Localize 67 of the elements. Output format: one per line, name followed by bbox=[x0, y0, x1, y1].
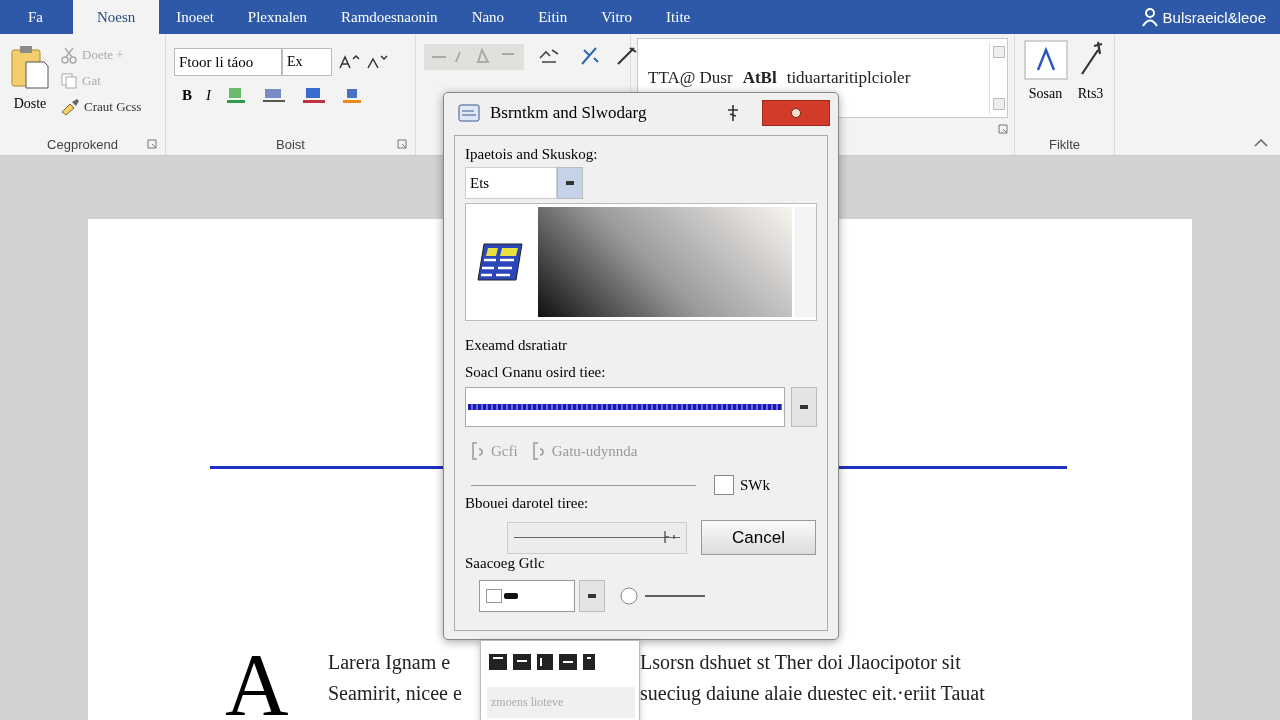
field-label: Bbouei darotel tiree: bbox=[465, 495, 590, 512]
ribbon-tab[interactable]: Itite bbox=[649, 0, 708, 34]
group-label: Cegprokend bbox=[47, 136, 118, 152]
ribbon-tab[interactable]: Eitin bbox=[521, 0, 585, 34]
ribbon-tab[interactable]: Plexnalen bbox=[230, 0, 324, 34]
style-select[interactable]: Ets bbox=[465, 167, 557, 199]
dropdown-button[interactable] bbox=[579, 580, 605, 612]
launcher-icon[interactable] bbox=[998, 124, 1008, 134]
ribbon-tab[interactable]: Ramdoesnaonin bbox=[323, 0, 455, 34]
find-label[interactable]: Sosan bbox=[1028, 86, 1063, 102]
body-text: Larera Ignam e bbox=[328, 651, 452, 674]
field-label: Saacoeg Gtlc bbox=[465, 555, 546, 572]
launcher-icon[interactable] bbox=[147, 139, 157, 149]
font-size-field[interactable]: Ex bbox=[282, 48, 332, 76]
italic-button[interactable]: I bbox=[206, 86, 211, 104]
caret-icon[interactable] bbox=[1023, 40, 1068, 80]
dash-icon bbox=[800, 405, 809, 409]
style-item[interactable]: tiduartaritiplcioler bbox=[786, 68, 911, 88]
ribbon-tab[interactable]: Inoeet bbox=[159, 0, 231, 34]
section-label: Ipaetois and Skuskog: bbox=[465, 146, 599, 163]
replace-label[interactable]: Rts3 bbox=[1077, 86, 1104, 102]
text-effects-icon[interactable] bbox=[261, 86, 287, 104]
brush-icon[interactable] bbox=[60, 98, 80, 116]
paste-label[interactable]: Doste bbox=[13, 96, 47, 112]
collapse-icon[interactable] bbox=[1254, 139, 1268, 147]
launcher-icon[interactable] bbox=[397, 139, 407, 149]
font-name-field[interactable]: Ftoor li táoo bbox=[174, 48, 282, 76]
style-item[interactable]: AtBl bbox=[742, 68, 777, 88]
group-label: Fiklte bbox=[1048, 136, 1081, 152]
shrink-font-icon[interactable] bbox=[366, 54, 388, 70]
ribbon-tab[interactable]: Nano bbox=[454, 0, 522, 34]
ribbon-tab[interactable]: Fa bbox=[0, 0, 73, 34]
subheading: Exeamd dsratiatr bbox=[465, 337, 569, 354]
dropdown-button[interactable] bbox=[557, 167, 583, 199]
person-icon bbox=[1140, 7, 1159, 27]
ribbon-tab[interactable]: Noesn bbox=[73, 0, 160, 34]
body-text: Seamirit, nicee e bbox=[328, 682, 463, 705]
clipboard-icon[interactable] bbox=[10, 44, 50, 90]
pin-icon[interactable] bbox=[726, 104, 740, 122]
shading-icon[interactable] bbox=[341, 86, 363, 104]
close-icon bbox=[790, 107, 802, 119]
dash-icon bbox=[588, 594, 596, 598]
drop-cap: A bbox=[225, 649, 290, 717]
highlight-icon[interactable] bbox=[225, 86, 247, 104]
dialog-icon bbox=[458, 103, 480, 123]
cancel-button[interactable]: Cancel bbox=[701, 520, 816, 555]
border-styles-icon[interactable] bbox=[487, 651, 597, 673]
account-name[interactable]: Bulsraeicl&leoe bbox=[1162, 8, 1266, 26]
checkbox-label[interactable]: SWk bbox=[740, 476, 770, 494]
format-painter-label[interactable]: Craut Gcss bbox=[84, 99, 142, 115]
table-style-icon bbox=[476, 240, 524, 284]
ribbon-tab[interactable]: Vitro bbox=[584, 0, 650, 34]
scrollbar[interactable] bbox=[795, 207, 816, 317]
close-button[interactable] bbox=[762, 100, 830, 126]
body-text: Lsorsn dshuet st Ther doi Jlaocipotor sit bbox=[640, 651, 961, 674]
body-text: sueciug daiune alaie duestec eit.·eriit Tauat bbox=[640, 682, 985, 705]
checkbox[interactable] bbox=[714, 475, 734, 495]
dash-icon bbox=[566, 181, 574, 185]
font-color-icon[interactable] bbox=[301, 86, 327, 104]
spacing-select[interactable] bbox=[479, 580, 575, 612]
field-label: Soacl Gnanu osird tiee: bbox=[465, 364, 607, 381]
style-item[interactable]: TTA@ Dusr bbox=[648, 68, 733, 88]
dropdown-button[interactable] bbox=[791, 387, 817, 427]
grow-font-icon[interactable] bbox=[338, 54, 360, 70]
group-label: Boist bbox=[276, 136, 305, 152]
line-style-field[interactable] bbox=[465, 387, 786, 427]
bold-button[interactable]: B bbox=[182, 86, 192, 104]
